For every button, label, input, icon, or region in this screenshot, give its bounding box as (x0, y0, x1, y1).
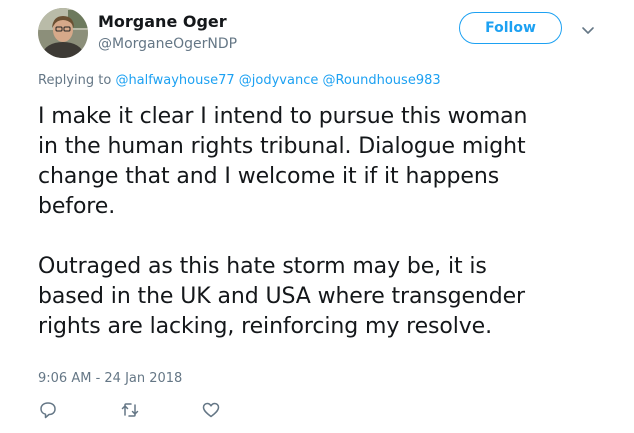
reply-context-prefix: Replying to (38, 73, 112, 88)
tweet-paragraph: I make it clear I intend to pursue this … (38, 102, 618, 222)
mention-link[interactable]: @jodyvance (239, 73, 319, 88)
mention-link[interactable]: @Roundhouse983 (322, 73, 440, 88)
speech-bubble-icon (40, 402, 56, 419)
tweet-actions (38, 400, 238, 422)
reply-button[interactable] (38, 400, 58, 420)
retweet-icon (121, 403, 139, 417)
tweet-paragraph: Outraged as this hate storm may be, it i… (38, 252, 618, 342)
mention-link[interactable]: @halfwayhouse77 (115, 73, 234, 88)
avatar[interactable] (38, 8, 88, 58)
like-button[interactable] (201, 400, 221, 420)
tweet-text: I make it clear I intend to pursue this … (38, 102, 618, 372)
display-name[interactable]: Morgane Oger (98, 12, 227, 31)
chevron-down-icon (582, 27, 594, 34)
tweet-line: rights are lacking, reinforcing my resol… (38, 314, 493, 339)
tweet-line: change that and I welcome it if it happe… (38, 164, 500, 189)
retweet-button[interactable] (120, 400, 140, 420)
tweet-line: based in the UK and USA where transgende… (38, 284, 525, 309)
follow-button[interactable]: Follow (459, 12, 562, 44)
tweet-line: before. (38, 194, 116, 219)
more-menu-button[interactable] (581, 22, 595, 34)
tweet-line: in the human rights tribunal. Dialogue m… (38, 134, 526, 159)
tweet-timestamp[interactable]: 9:06 AM - 24 Jan 2018 (38, 371, 182, 386)
tweet-line: Outraged as this hate storm may be, it i… (38, 254, 487, 279)
profile-photo-icon (38, 8, 88, 58)
tweet-line: I make it clear I intend to pursue this … (38, 104, 528, 129)
reply-context: Replying to @halfwayhouse77 @jodyvance @… (38, 73, 441, 88)
heart-icon (202, 402, 220, 418)
user-handle[interactable]: @MorganeOgerNDP (98, 36, 237, 52)
